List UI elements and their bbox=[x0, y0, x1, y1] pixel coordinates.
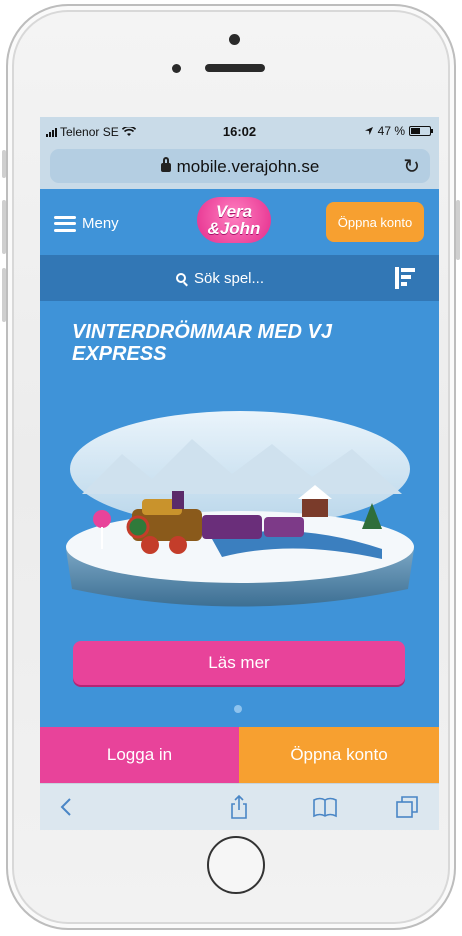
tabs-icon[interactable] bbox=[394, 794, 420, 820]
battery-percent: 47 % bbox=[377, 124, 405, 138]
browser-address-area: mobile.verajohn.se ↻ bbox=[40, 145, 439, 189]
front-camera bbox=[229, 34, 240, 45]
read-more-button[interactable]: Läs mer bbox=[73, 641, 405, 685]
site-header: Meny Vera &John Öppna konto bbox=[40, 189, 439, 255]
volume-down-button bbox=[2, 268, 6, 322]
open-account-button-bottom[interactable]: Öppna konto bbox=[239, 727, 439, 783]
promo-title: VINTERDRÖMMAR MED VJ EXPRESS bbox=[72, 321, 333, 365]
status-bar: Telenor SE 16:02 47 % bbox=[40, 117, 439, 145]
battery-icon bbox=[409, 126, 433, 136]
sort-icon[interactable] bbox=[395, 267, 415, 289]
promo-train-illustration bbox=[66, 411, 414, 607]
verajohn-logo[interactable]: Vera &John bbox=[197, 197, 271, 243]
reload-icon[interactable]: ↻ bbox=[403, 154, 420, 179]
earpiece-speaker bbox=[205, 64, 265, 72]
address-bar[interactable]: mobile.verajohn.se ↻ bbox=[50, 149, 430, 183]
phone-screen: Telenor SE 16:02 47 % mobile.verajohn.se… bbox=[40, 117, 439, 830]
hamburger-icon bbox=[54, 215, 76, 232]
search-icon bbox=[175, 273, 186, 283]
mute-switch bbox=[2, 150, 6, 178]
search-placeholder: Sök spel... bbox=[193, 269, 265, 287]
back-icon[interactable] bbox=[54, 794, 80, 820]
search-bar: Sök spel... bbox=[40, 255, 439, 301]
lock-icon bbox=[160, 157, 171, 172]
menu-label: Meny bbox=[82, 215, 119, 232]
location-icon bbox=[364, 127, 373, 135]
power-button bbox=[456, 200, 460, 260]
login-button[interactable]: Logga in bbox=[40, 727, 239, 783]
share-icon[interactable] bbox=[226, 794, 252, 820]
home-button[interactable] bbox=[207, 836, 265, 894]
bottom-action-bar: Logga in Öppna konto bbox=[40, 727, 439, 783]
browser-toolbar bbox=[40, 783, 439, 830]
open-account-button-header[interactable]: Öppna konto bbox=[326, 202, 424, 242]
volume-up-button bbox=[2, 200, 6, 254]
url-text: mobile.verajohn.se bbox=[176, 157, 320, 176]
carousel-indicator[interactable] bbox=[234, 705, 242, 713]
proximity-sensor bbox=[172, 64, 181, 73]
bookmarks-icon[interactable] bbox=[312, 794, 338, 820]
search-input[interactable]: Sök spel... bbox=[52, 261, 388, 295]
menu-button[interactable]: Meny bbox=[54, 215, 119, 232]
